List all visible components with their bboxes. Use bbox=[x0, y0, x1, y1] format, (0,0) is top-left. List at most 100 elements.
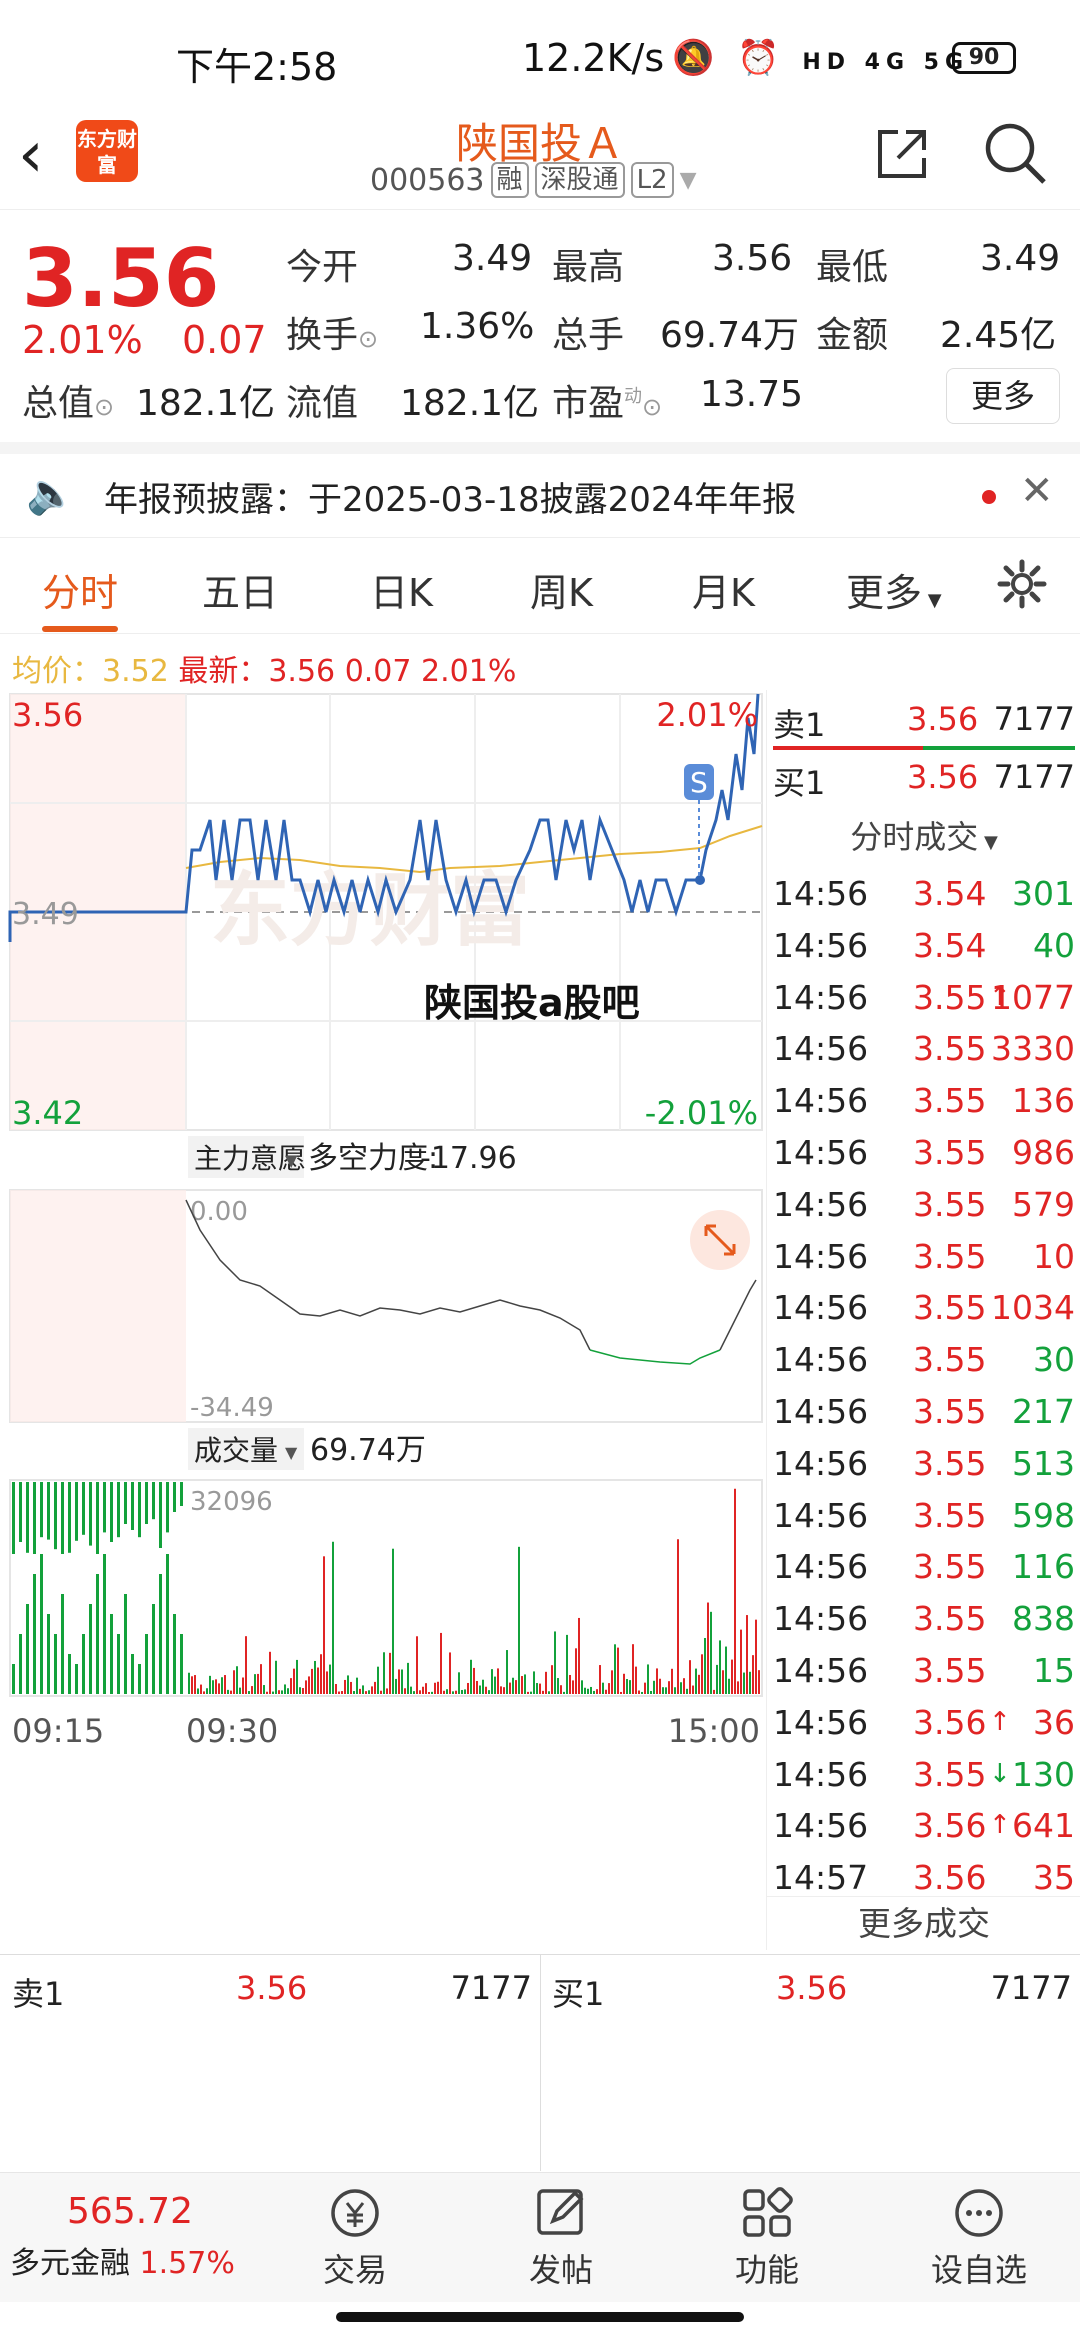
volume-max: 32096 bbox=[190, 1487, 273, 1517]
tick-time: 14:56 bbox=[773, 1133, 869, 1172]
tick-row: 14:56 3.55 986 bbox=[767, 1127, 1080, 1179]
tab-underline bbox=[42, 626, 118, 632]
tick-time: 14:56 bbox=[773, 1081, 869, 1121]
volume-bar bbox=[467, 1682, 469, 1694]
volume-bar bbox=[650, 1690, 652, 1694]
volume-bar bbox=[272, 1691, 274, 1694]
volume-bar bbox=[758, 1670, 760, 1694]
s-marker[interactable]: S bbox=[684, 764, 714, 880]
sector-index[interactable]: 565.72 多元金融 1.57% bbox=[10, 2191, 250, 2282]
tick-time: 14:56 bbox=[773, 1340, 869, 1380]
tab-daily-k[interactable]: 日K bbox=[370, 562, 433, 617]
volume-bar bbox=[752, 1655, 754, 1694]
last-price: 3.56 bbox=[22, 232, 220, 325]
volume-bar bbox=[659, 1678, 661, 1694]
volume-bar bbox=[704, 1638, 706, 1694]
tick-volume: 838 bbox=[1012, 1599, 1075, 1639]
volume-bar bbox=[392, 1548, 394, 1694]
search-icon[interactable] bbox=[982, 120, 1048, 186]
volume-bar bbox=[611, 1670, 613, 1694]
turnover-label-text: 换手 bbox=[286, 315, 359, 356]
more-trades-button[interactable]: 更多成交 bbox=[767, 1896, 1080, 1950]
volume-bar bbox=[437, 1681, 439, 1694]
tick-time: 14:56 bbox=[773, 874, 869, 913]
tick-time: 14:56 bbox=[773, 1806, 869, 1846]
tab-monthly-k[interactable]: 月K bbox=[692, 562, 755, 617]
tick-price: 3.55 bbox=[913, 1547, 987, 1587]
pe-value: 13.75 bbox=[700, 374, 804, 415]
volume-bar bbox=[527, 1691, 529, 1694]
status-time: 下午2:58 bbox=[176, 45, 338, 89]
nav-post[interactable]: 发帖 bbox=[506, 2173, 616, 2303]
volume-bar bbox=[353, 1691, 355, 1694]
volume-bar bbox=[569, 1674, 571, 1694]
volume-bar bbox=[494, 1676, 496, 1694]
tick-row: 14:56 3.55 15 bbox=[767, 1645, 1080, 1697]
volume-bar bbox=[302, 1688, 304, 1694]
tick-price: 3.56 bbox=[913, 1858, 987, 1898]
volume-bar bbox=[416, 1636, 418, 1694]
connect-tag: 深股通 bbox=[534, 162, 625, 198]
tab-more[interactable]: 更多 ▼ bbox=[846, 562, 942, 617]
more-quote-button[interactable]: 更多 bbox=[946, 368, 1060, 424]
sector-index-pct: 1.57% bbox=[139, 2246, 235, 2281]
nav-trade[interactable]: 交易 bbox=[300, 2173, 410, 2303]
mcap-label[interactable]: 总值⊙ bbox=[22, 374, 114, 426]
expand-button[interactable] bbox=[690, 1210, 750, 1270]
volume-bar bbox=[194, 1675, 196, 1694]
volume-bar bbox=[215, 1679, 217, 1694]
volume-bar bbox=[389, 1652, 391, 1694]
volume-bar bbox=[503, 1687, 505, 1694]
volume-bar bbox=[716, 1664, 718, 1694]
edit-icon bbox=[537, 2189, 584, 2235]
tick-price: 3.55 bbox=[913, 1392, 987, 1431]
volume-bar bbox=[719, 1640, 721, 1694]
volume-bar bbox=[554, 1631, 556, 1694]
tab-five-day[interactable]: 五日 bbox=[202, 562, 278, 617]
volume-bar bbox=[293, 1668, 295, 1694]
nav-add-watchlist[interactable]: 设自选 bbox=[914, 2173, 1044, 2303]
turnover-label[interactable]: 换手⊙ bbox=[286, 306, 378, 358]
tick-price: 3.56 bbox=[913, 1702, 987, 1742]
nav-functions[interactable]: 功能 bbox=[712, 2173, 822, 2303]
volume-bar bbox=[731, 1659, 733, 1694]
tick-row: 14:56 3.54 301 bbox=[767, 868, 1080, 920]
volume-bar bbox=[96, 1482, 99, 1554]
share-icon[interactable] bbox=[872, 124, 932, 184]
tick-time: 14:56 bbox=[773, 1651, 869, 1690]
buy1-qty: 7177 bbox=[993, 758, 1075, 796]
intraday-chart[interactable]: 东方财富 S 3.56 2.01% 3.49 3.42 -2.01% 陕国投a股… bbox=[0, 690, 765, 1950]
tick-direction: ↓ bbox=[989, 1758, 1011, 1789]
close-icon[interactable]: ✕ bbox=[1020, 468, 1054, 514]
more-dots-icon bbox=[955, 2189, 1003, 2237]
tick-volume: 3330 bbox=[991, 1029, 1075, 1069]
volume-bar bbox=[599, 1665, 601, 1694]
tick-time: 14:56 bbox=[773, 1288, 869, 1328]
pe-label[interactable]: 市盈动⊙ bbox=[552, 374, 662, 426]
tab-weekly-k[interactable]: 周K bbox=[530, 562, 593, 617]
float-value: 182.1亿 bbox=[400, 383, 540, 424]
gear-icon[interactable] bbox=[996, 558, 1048, 610]
stock-code-row[interactable]: 000563 融 深股通 L2 ▼ bbox=[370, 162, 697, 198]
alarm-icon: ⏰ bbox=[737, 38, 786, 78]
notice-bar[interactable]: 🔈 年报预披露：于2025-03-18披露2024年年报 ✕ bbox=[0, 442, 1080, 538]
volume-bar bbox=[695, 1668, 697, 1694]
volume-bar bbox=[332, 1541, 334, 1694]
tab-intraday[interactable]: 分时 bbox=[42, 562, 118, 617]
volume-bar bbox=[446, 1689, 448, 1694]
overlay-text: 陕国投a股吧 bbox=[424, 981, 640, 1025]
volume-bar bbox=[203, 1691, 205, 1694]
volume-bar bbox=[647, 1664, 649, 1694]
tick-row: 14:56 3.55 513 bbox=[767, 1438, 1080, 1490]
home-indicator[interactable] bbox=[336, 2312, 744, 2322]
volume-bar bbox=[356, 1677, 358, 1694]
tick-row: 14:56 3.55 598 bbox=[767, 1490, 1080, 1542]
volume-bar bbox=[159, 1482, 162, 1548]
ticks-title[interactable]: 分时成交 ▼ bbox=[767, 812, 1080, 858]
volume-bar bbox=[82, 1634, 85, 1694]
volume-bar bbox=[12, 1664, 15, 1694]
volume-bar bbox=[515, 1680, 517, 1694]
volume-bar bbox=[103, 1554, 106, 1694]
volume-bar bbox=[68, 1654, 71, 1694]
volume-bar bbox=[180, 1482, 183, 1506]
